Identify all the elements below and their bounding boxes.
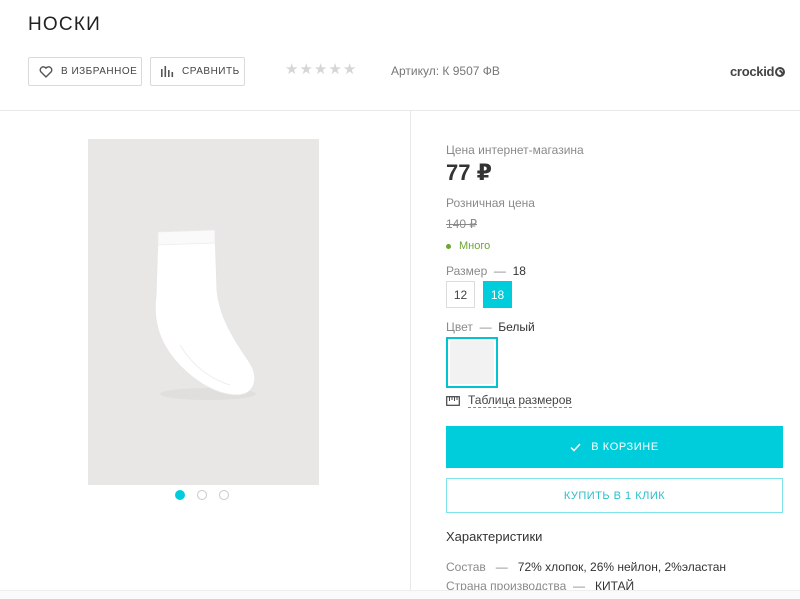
gallery-dot-1[interactable] [175, 490, 185, 500]
star-icon[interactable]: ★ [343, 62, 356, 78]
stock-status: Много [446, 240, 490, 252]
size-label: Размер — 18 [446, 264, 526, 278]
brand-logo[interactable]: crockid [730, 64, 786, 79]
online-price-label: Цена интернет-магазина [446, 143, 584, 157]
selected-color: Белый [498, 320, 535, 334]
characteristic-value: 72% хлопок, 26% нейлон, 2%эластан [517, 560, 727, 574]
characteristic-dash: — [495, 560, 508, 574]
color-label-text: Цвет [446, 320, 473, 334]
gallery-dot-2[interactable] [197, 490, 207, 500]
characteristics-title: Характеристики [446, 529, 543, 544]
retail-price-label: Розничная цена [446, 196, 535, 210]
online-price: 77 ₽ [446, 160, 492, 185]
size-table-link[interactable]: Таблица размеров [446, 393, 572, 408]
checkmark-icon [570, 442, 581, 452]
in-cart-button[interactable]: В КОРЗИНЕ [446, 426, 783, 468]
page-title: НОСКИ [28, 14, 101, 35]
star-icon[interactable]: ★ [299, 62, 312, 78]
stock-text: Много [459, 240, 491, 252]
size-option-12[interactable]: 12 [446, 281, 475, 308]
brand-name: crockid [730, 64, 775, 79]
star-icon[interactable]: ★ [328, 62, 341, 78]
size-option-18[interactable]: 18 [483, 281, 512, 308]
star-icon[interactable]: ★ [285, 62, 298, 78]
ruler-icon [446, 395, 460, 406]
characteristic-row: Состав — 72% хлопок, 26% нейлон, 2%эласт… [446, 560, 726, 574]
characteristic-label: Состав [446, 560, 486, 574]
color-swatch-white[interactable] [446, 337, 498, 388]
gallery-pagination [175, 490, 229, 500]
gallery-dot-3[interactable] [219, 490, 229, 500]
bar-chart-icon [161, 66, 174, 77]
size-table-label: Таблица размеров [468, 393, 572, 408]
compare-button[interactable]: СРАВНИТЬ [150, 57, 245, 86]
size-label-dash: — [493, 264, 506, 278]
compare-label: СРАВНИТЬ [182, 66, 240, 77]
page-bottom-border [0, 590, 800, 599]
in-cart-label: В КОРЗИНЕ [591, 441, 659, 453]
buy-one-click-button[interactable]: КУПИТЬ В 1 КЛИК [446, 478, 783, 513]
brand-mark-icon [775, 66, 786, 77]
retail-price: 140 ₽ [446, 217, 477, 231]
rating-stars[interactable]: ★ ★ ★ ★ ★ [285, 62, 356, 78]
add-to-favorites-button[interactable]: В ИЗБРАННОЕ [28, 57, 142, 86]
favorites-label: В ИЗБРАННОЕ [61, 66, 138, 77]
sock-image-icon [154, 229, 256, 400]
color-label-dash: — [479, 320, 492, 334]
column-divider [410, 111, 411, 599]
product-image[interactable] [88, 139, 319, 485]
color-label: Цвет — Белый [446, 320, 535, 334]
article-number: Артикул: К 9507 ФВ [391, 64, 500, 78]
header-divider [0, 110, 800, 111]
star-icon[interactable]: ★ [314, 62, 327, 78]
selected-size: 18 [512, 264, 526, 278]
heart-icon [39, 65, 53, 78]
stock-dot-icon [446, 243, 451, 249]
color-swatch-fill [450, 341, 494, 384]
size-label-text: Размер [446, 264, 488, 278]
